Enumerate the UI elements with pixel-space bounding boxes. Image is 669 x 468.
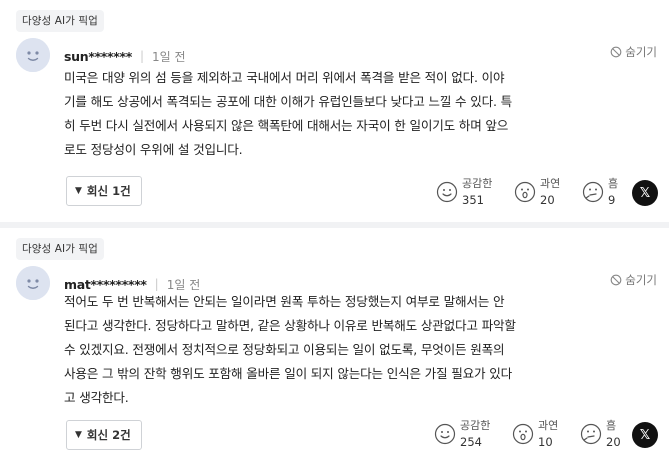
reaction-label: 흠 <box>608 177 619 190</box>
thinking-icon <box>582 181 604 203</box>
hide-icon <box>610 46 622 58</box>
reply-toggle-button[interactable]: ▼ 회신 2건 <box>66 420 142 450</box>
avatar-face-icon <box>16 266 50 300</box>
thinking-icon <box>580 423 602 445</box>
x-logo-icon: 𝕏 <box>639 185 651 201</box>
reaction-count: 10 <box>538 435 553 449</box>
meta-separator: | <box>154 277 159 291</box>
comment-body: 미국은 대양 위의 섬 등을 제외하고 국내에서 머리 위에서 폭격을 받은 적… <box>64 70 512 157</box>
comment-card: 다양성 AI가 픽업 mat********* | 1일 전 숨기기 적어도 두… <box>0 228 669 468</box>
x-logo-icon: 𝕏 <box>639 427 651 443</box>
comment-card: 다양성 AI가 픽업 sun******* | 1일 전 숨기기 미국은 대양 … <box>0 0 669 222</box>
smile-icon <box>434 423 456 445</box>
reaction-label: 과연 <box>538 419 559 432</box>
meta-separator: | <box>140 49 145 63</box>
reaction-count: 254 <box>460 435 482 449</box>
avatar-face-icon <box>16 38 50 72</box>
reaction-count: 9 <box>608 193 616 207</box>
username[interactable]: sun******* <box>64 49 132 64</box>
reaction-overdone-button[interactable]: 과연 10 <box>512 418 558 450</box>
reaction-hmm-button[interactable]: 흠 9 <box>582 176 618 208</box>
ai-pick-tag: 다양성 AI가 픽업 <box>16 238 104 260</box>
reaction-hmm-button[interactable]: 흠 20 <box>580 418 621 450</box>
comment-meta: sun******* | 1일 전 <box>64 46 186 66</box>
comment-body: 적어도 두 번 반복해서는 안되는 일이라면 원폭 투하는 정당했는지 여부로 … <box>64 294 516 405</box>
avatar[interactable] <box>16 266 50 300</box>
smile-icon <box>436 181 458 203</box>
caret-down-icon: ▼ <box>75 430 82 440</box>
hide-icon <box>610 274 622 286</box>
reaction-count: 351 <box>462 193 484 207</box>
reaction-count: 20 <box>540 193 555 207</box>
caret-down-icon: ▼ <box>75 186 82 196</box>
hide-button[interactable]: 숨기기 <box>610 272 657 288</box>
ai-pick-tag: 다양성 AI가 픽업 <box>16 10 104 32</box>
surprised-icon <box>514 181 536 203</box>
share-x-button[interactable]: 𝕏 <box>632 422 658 448</box>
surprised-icon <box>512 423 534 445</box>
reaction-overdone-button[interactable]: 과연 20 <box>514 176 560 208</box>
reaction-empathy-button[interactable]: 공감한 254 <box>434 418 490 450</box>
hide-button[interactable]: 숨기기 <box>610 44 657 60</box>
reaction-count: 20 <box>606 435 621 449</box>
reply-count-label: 회신 2건 <box>86 428 131 442</box>
reaction-empathy-button[interactable]: 공감한 351 <box>436 176 492 208</box>
avatar[interactable] <box>16 38 50 72</box>
timestamp: 1일 전 <box>152 49 186 64</box>
reply-count-label: 회신 1건 <box>86 184 131 198</box>
reaction-label: 공감한 <box>462 177 493 190</box>
reply-toggle-button[interactable]: ▼ 회신 1건 <box>66 176 142 206</box>
hide-label: 숨기기 <box>625 45 657 59</box>
hide-label: 숨기기 <box>625 273 657 287</box>
reaction-label: 공감한 <box>460 419 491 432</box>
reaction-label: 과연 <box>540 177 561 190</box>
share-x-button[interactable]: 𝕏 <box>632 180 658 206</box>
reaction-label: 흠 <box>606 419 617 432</box>
